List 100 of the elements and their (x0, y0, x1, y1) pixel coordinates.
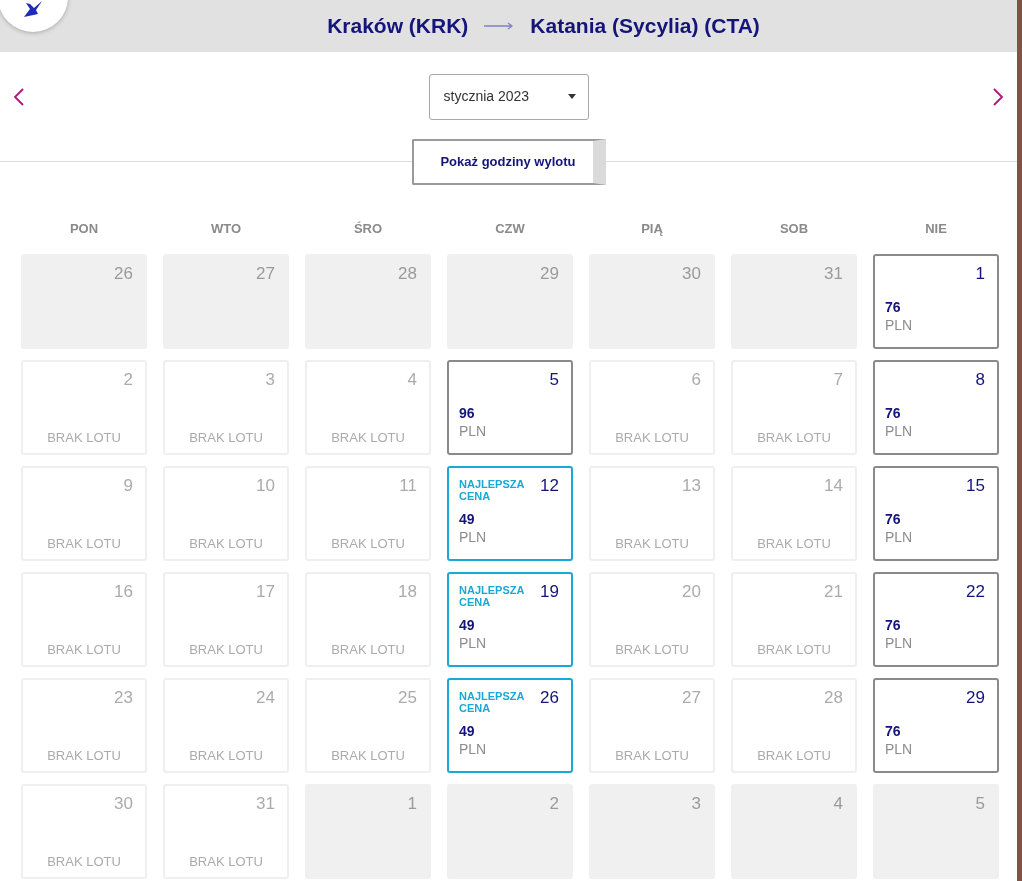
day-number: 3 (691, 794, 701, 814)
day-number: 2 (549, 794, 559, 814)
no-flight-label: BRAK LOTU (615, 642, 689, 658)
day-number: 29 (540, 264, 559, 284)
day-number: 5 (975, 794, 985, 814)
weekday-label: ŚRO (353, 221, 383, 237)
next-month-button[interactable] (991, 86, 1005, 107)
currency-label: PLN (885, 740, 913, 758)
day-number: 2 (123, 370, 133, 390)
day-number: 26 (114, 264, 133, 284)
no-flight-label: BRAK LOTU (189, 854, 263, 870)
day-number: 31 (824, 264, 843, 284)
destination-airport: Katania (Sycylia) (CTA) (530, 13, 760, 40)
no-flight-label: BRAK LOTU (757, 536, 831, 552)
day-number: 28 (398, 264, 417, 284)
no-flight-label: BRAK LOTU (331, 642, 405, 658)
price-amount: 76 (885, 616, 901, 634)
day-number: 24 (256, 688, 275, 708)
day-number: 8 (975, 370, 985, 390)
day-cell[interactable]: NAJLEPSZA CENA 19 49 PLN (447, 572, 573, 667)
day-number: 1 (975, 264, 985, 284)
chevron-left-icon (14, 87, 24, 106)
day-number: 13 (682, 476, 701, 496)
day-number: 5 (549, 370, 559, 390)
day-cell[interactable]: 8 76 PLN (873, 360, 999, 455)
no-flight-label: BRAK LOTU (757, 430, 831, 446)
day-number: 7 (833, 370, 843, 390)
no-flight-label: BRAK LOTU (189, 642, 263, 658)
show-departure-times-button[interactable]: Pokaż godziny wylotu (411, 139, 606, 185)
day-number: 27 (256, 264, 275, 284)
no-flight-label: BRAK LOTU (189, 536, 263, 552)
day-number: 9 (123, 476, 133, 496)
day-number: 20 (682, 582, 701, 602)
currency-label: PLN (885, 528, 913, 546)
no-flight-label: BRAK LOTU (189, 748, 263, 764)
no-flight-label: BRAK LOTU (757, 748, 831, 764)
caret-down-icon (567, 94, 576, 99)
price-amount: 49 (459, 616, 475, 634)
price-amount: 49 (459, 722, 475, 740)
no-flight-label: BRAK LOTU (47, 854, 121, 870)
day-number: 1 (407, 794, 417, 814)
day-number: 23 (114, 688, 133, 708)
currency-label: PLN (459, 740, 487, 758)
day-cell[interactable]: NAJLEPSZA CENA 12 49 PLN (447, 466, 573, 561)
day-number: 27 (682, 688, 701, 708)
no-flight-label: BRAK LOTU (47, 536, 121, 552)
day-number: 25 (398, 688, 417, 708)
currency-label: PLN (885, 634, 913, 652)
day-number: 18 (398, 582, 417, 602)
day-number: 11 (399, 476, 417, 496)
no-flight-label: BRAK LOTU (615, 536, 689, 552)
currency-label: PLN (459, 634, 487, 652)
no-flight-label: BRAK LOTU (331, 430, 405, 446)
no-flight-label: BRAK LOTU (331, 536, 405, 552)
no-flight-label: BRAK LOTU (47, 748, 121, 764)
day-number: 19 (540, 582, 559, 602)
best-price-label: NAJLEPSZA CENA (459, 477, 525, 502)
day-number: 4 (407, 370, 417, 390)
no-flight-label: BRAK LOTU (189, 430, 263, 446)
weekday-label: PON (69, 221, 99, 237)
currency-label: PLN (459, 422, 487, 440)
weekday-label: SOB (779, 221, 809, 237)
no-flight-label: BRAK LOTU (757, 642, 831, 658)
day-cell[interactable]: 1 76 PLN (873, 254, 999, 349)
price-amount: 76 (885, 298, 901, 316)
best-price-label: NAJLEPSZA CENA (459, 689, 525, 714)
origin-airport: Kraków (KRK) (327, 13, 469, 40)
price-amount: 49 (459, 510, 475, 528)
month-select[interactable]: stycznia 2023 (428, 73, 589, 120)
currency-label: PLN (459, 528, 487, 546)
day-cell[interactable]: 22 76 PLN (873, 572, 999, 667)
day-number: 6 (691, 370, 701, 390)
day-number: 16 (114, 582, 133, 602)
day-cell[interactable]: 15 76 PLN (873, 466, 999, 561)
day-number: 10 (256, 476, 275, 496)
day-number: 15 (966, 476, 985, 496)
day-number: 17 (256, 582, 275, 602)
day-number: 22 (966, 582, 985, 602)
day-number: 30 (114, 794, 133, 814)
no-flight-label: BRAK LOTU (47, 430, 121, 446)
weekday-label: NIE (925, 221, 947, 237)
price-amount: 96 (459, 404, 475, 422)
day-number: 12 (540, 476, 559, 496)
best-price-label: NAJLEPSZA CENA (459, 583, 525, 608)
currency-label: PLN (885, 316, 913, 334)
day-cell[interactable]: 29 76 PLN (873, 678, 999, 773)
day-number: 28 (824, 688, 843, 708)
price-amount: 76 (885, 722, 901, 740)
price-amount: 76 (885, 404, 901, 422)
day-number: 26 (540, 688, 559, 708)
arrow-right-icon (484, 22, 515, 30)
day-number: 29 (966, 688, 985, 708)
day-cell[interactable]: NAJLEPSZA CENA 26 49 PLN (447, 678, 573, 773)
day-cell[interactable]: 5 96 PLN (447, 360, 573, 455)
no-flight-label: BRAK LOTU (615, 748, 689, 764)
previous-month-button[interactable] (12, 86, 26, 107)
no-flight-label: BRAK LOTU (615, 430, 689, 446)
chevron-right-icon (993, 87, 1003, 106)
day-number: 3 (265, 370, 275, 390)
weekday-label: PIĄ (641, 221, 663, 237)
